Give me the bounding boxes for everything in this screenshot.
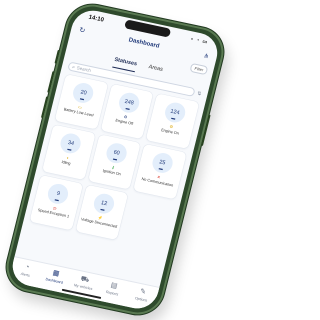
voltage-icon: ⚡ <box>97 214 104 221</box>
key-icon: ⚷ <box>111 164 116 170</box>
home-indicator <box>61 288 102 300</box>
bottom-nav: ◔ Alerts ▦ Dashboard ⛟ My vehicles ▤ Rep… <box>8 256 160 313</box>
car-icon: ▬ <box>125 105 131 111</box>
nav-label: Reports <box>105 289 119 297</box>
car-icon: ▬ <box>112 155 118 162</box>
options-icon: ✎ <box>139 288 147 297</box>
nav-my-vehicles[interactable]: ⛟ My vehicles <box>72 274 97 291</box>
status-time: 14:10 <box>87 14 105 24</box>
count-bubble: 20 ▬ <box>71 81 96 105</box>
empty-grid-cell <box>121 194 174 249</box>
status-card-engine-on[interactable]: 124 ▬ ⚙ Engine On <box>145 93 200 149</box>
count-bubble: 25 ▬ <box>150 151 175 175</box>
battery-icon: ▭ <box>77 104 83 110</box>
car-icon: ▬ <box>66 145 73 152</box>
phone-power-button <box>200 114 211 146</box>
count-bubble: 124 ▬ <box>162 100 188 125</box>
status-card-engine-off[interactable]: 248 ▬ ⚙ Engine Off <box>100 83 154 140</box>
status-icons: ▪ ◔ ▭ <box>190 36 209 46</box>
engine-icon: ⚙ <box>123 114 128 120</box>
car-icon: ▬ <box>170 114 177 121</box>
no-signal-icon: ✕ <box>156 174 161 180</box>
count-bubble: 9 ▬ <box>46 182 71 206</box>
idling-icon: ◑ <box>65 154 70 161</box>
count-bubble: 12 ▬ <box>91 191 117 216</box>
status-label: Ignition On <box>102 168 122 177</box>
status-card-ignition-on[interactable]: 60 ▬ ⚷ Ignition On <box>87 134 142 190</box>
search-icon: ⌕ <box>71 63 76 71</box>
phone-side-button <box>54 49 60 64</box>
car-icon: ▬ <box>79 95 85 102</box>
count-bubble: 34 ▬ <box>58 131 84 156</box>
car-icon: ▬ <box>54 196 60 203</box>
status-label: Idling <box>61 160 71 166</box>
status-card-no-communication[interactable]: 25 ▬ ✕ No Communication <box>133 143 187 200</box>
nav-label: Alerts <box>20 271 31 278</box>
car-icon: ▬ <box>158 165 164 172</box>
car-icon: ▬ <box>100 206 106 212</box>
count-bubble: 60 ▬ <box>104 141 129 165</box>
nav-label: Options <box>134 296 148 303</box>
dashboard-icon: ▦ <box>51 269 61 278</box>
phone-volume-up <box>47 71 55 93</box>
status-label: Engine On <box>160 128 180 136</box>
status-label: Engine Off <box>115 118 134 126</box>
status-card-idling[interactable]: 34 ▬ ◑ Idling <box>42 124 96 180</box>
phone-volume-down <box>40 96 49 119</box>
nav-alerts[interactable]: ◔ Alerts <box>14 262 39 279</box>
status-card-battery-low-level[interactable]: 20 ▬ ▭ Battery Low Level <box>54 74 108 130</box>
speedometer-icon: ◷ <box>52 205 58 211</box>
count-bubble: 248 ▬ <box>116 90 142 115</box>
nav-reports[interactable]: ▤ Reports <box>101 280 126 297</box>
share-icon[interactable]: ⋔ <box>203 52 210 60</box>
tab-areas[interactable]: Areas <box>147 64 164 78</box>
report-icon: ▤ <box>109 281 119 291</box>
sort-icon[interactable]: ⇅ <box>197 90 203 97</box>
nav-dashboard[interactable]: ▦ Dashboard <box>43 268 68 285</box>
app-screen: 14:10 ▪ ◔ ▭ ↻ Dashboard ⋔ Filter Statuse… <box>8 6 222 313</box>
engine-icon: ⚙ <box>168 123 174 130</box>
status-grid: 20 ▬ ▭ Battery Low Level 248 ▬ ⚙ Engine … <box>24 73 206 251</box>
page-title: Dashboard <box>127 37 160 50</box>
refresh-icon[interactable]: ↻ <box>78 26 86 35</box>
nav-label: Dashboard <box>45 277 64 285</box>
nav-label: My vehicles <box>73 283 93 291</box>
phone-device: 14:10 ▪ ◔ ▭ ↻ Dashboard ⋔ Filter Statuse… <box>1 0 229 320</box>
status-card-speed-exception[interactable]: 9 ▬ ◷ Speed Exception 1 <box>29 174 83 231</box>
status-card-voltage-disconnected[interactable]: 12 ▬ ⚡ Voltage Disconnected <box>75 184 129 241</box>
nav-options[interactable]: ✎ Options <box>130 286 155 303</box>
bell-icon: ◔ <box>24 263 30 272</box>
search-placeholder: Search <box>76 65 92 74</box>
